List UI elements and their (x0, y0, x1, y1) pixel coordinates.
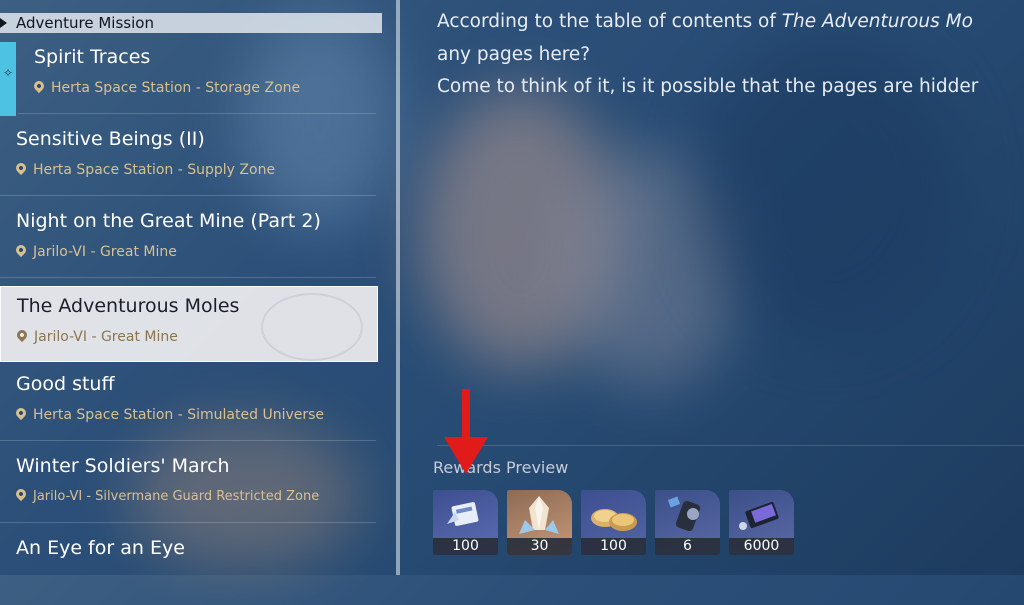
location-pin-icon (13, 486, 29, 502)
rewards-list: 100 30 100 6 6000 (433, 490, 794, 555)
mission-item-winter-soldiers-march[interactable]: Winter Soldiers' March Jarilo-VI - Silve… (0, 447, 376, 523)
tracking-star-icon: ✧ (2, 66, 14, 80)
rewards-item-1[interactable]: 100 (433, 490, 498, 555)
mission-title: An Eye for an Eye (16, 537, 185, 559)
mission-item-sensitive-beings[interactable]: Sensitive Beings (II) Herta Space Statio… (0, 120, 376, 196)
mission-item-an-eye-for-an-eye[interactable]: An Eye for an Eye (0, 529, 376, 605)
rewards-item-5[interactable]: 6000 (729, 490, 794, 555)
location-pin-icon (13, 160, 29, 176)
mission-title: Spirit Traces (34, 46, 151, 68)
pass-ticket-icon (447, 502, 479, 526)
mission-item-night-on-the-great-mine[interactable]: Night on the Great Mine (Part 2) Jarilo-… (0, 202, 376, 278)
rewards-item-4[interactable]: 6 (655, 490, 720, 555)
mission-description: According to the table of contents of Th… (437, 11, 979, 97)
rewards-divider (437, 445, 1024, 446)
selected-watermark-icon (261, 293, 363, 361)
mission-category-header[interactable]: Adventure Mission (0, 13, 382, 33)
rewards-item-2[interactable]: 30 (507, 490, 572, 555)
mission-title: Night on the Great Mine (Part 2) (16, 210, 321, 232)
mission-title: Sensitive Beings (II) (16, 128, 205, 150)
reward-quantity: 100 (581, 538, 646, 555)
mission-title: Winter Soldiers' March (16, 455, 230, 477)
mission-category-label: Adventure Mission (16, 14, 154, 32)
rewards-item-3[interactable]: 100 (581, 490, 646, 555)
panel-divider (396, 0, 400, 575)
category-marker-icon (0, 18, 7, 28)
location-pin-icon (13, 405, 29, 421)
mission-location: Jarilo-VI - Great Mine (13, 242, 177, 260)
crystal-icon (519, 496, 559, 534)
fuel-canister-icon (667, 496, 701, 532)
mission-item-spirit-traces[interactable]: Spirit Traces Herta Space Station - Stor… (18, 38, 376, 114)
reward-quantity: 6000 (729, 538, 794, 555)
mission-title: Good stuff (16, 373, 115, 395)
mission-item-good-stuff[interactable]: Good stuff Herta Space Station - Simulat… (0, 365, 376, 441)
reward-quantity: 30 (507, 538, 572, 555)
mission-location: Herta Space Station - Storage Zone (31, 78, 300, 96)
red-arrow-annotation (444, 389, 488, 474)
mission-location: Jarilo-VI - Silvermane Guard Restricted … (13, 486, 319, 504)
location-pin-icon (31, 78, 47, 94)
location-pin-icon (13, 242, 29, 258)
mission-item-the-adventurous-moles[interactable]: The Adventurous Moles Jarilo-VI - Great … (0, 286, 378, 362)
credits-coins-icon (591, 509, 637, 531)
ticket-card-icon (739, 501, 779, 530)
reward-quantity: 6 (655, 538, 720, 555)
mission-location: Herta Space Station - Supply Zone (13, 160, 275, 178)
location-pin-icon (14, 327, 30, 343)
mission-title: The Adventurous Moles (17, 295, 240, 317)
mission-location: Jarilo-VI - Great Mine (14, 327, 178, 345)
mission-location: Herta Space Station - Simulated Universe (13, 405, 324, 423)
reward-quantity: 100 (433, 538, 498, 555)
mission-list: Adventure Mission ✧ Spirit Traces Herta … (0, 0, 394, 575)
